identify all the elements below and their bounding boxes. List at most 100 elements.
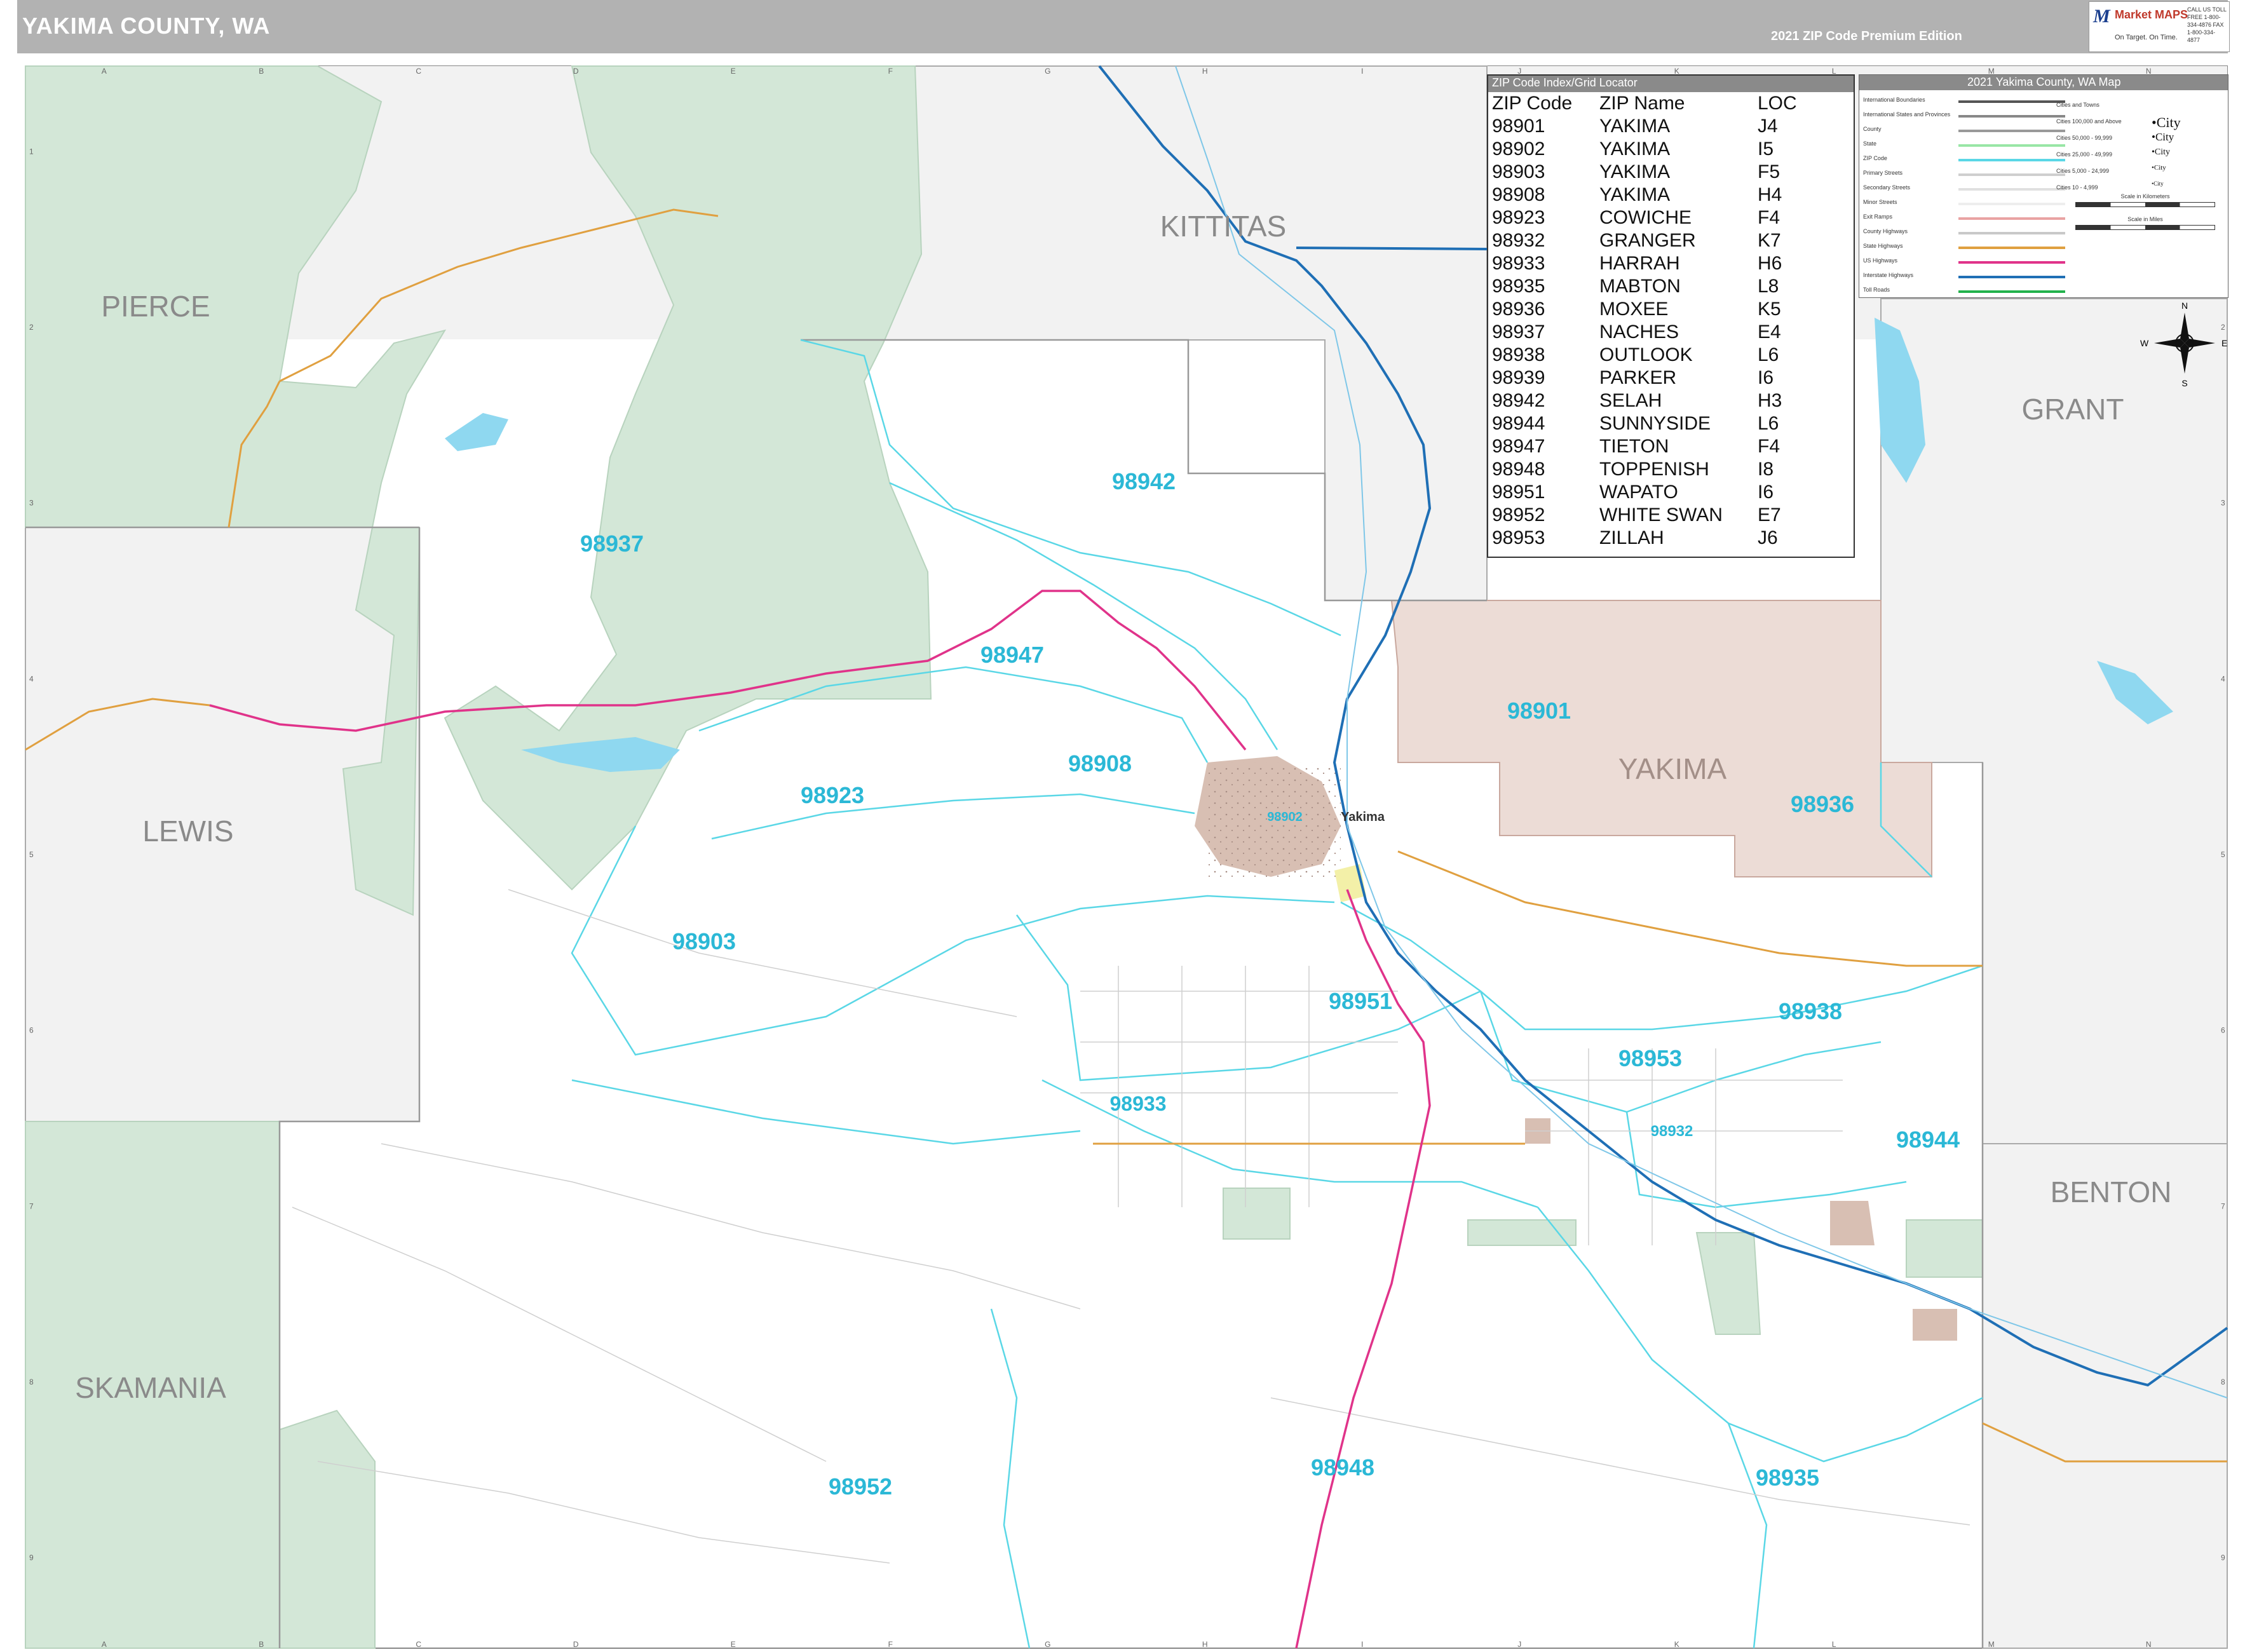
- zip-index-row: 98937 NACHES E4: [1491, 321, 1848, 344]
- legend-item-swatch: [1958, 261, 2065, 264]
- zip-index-cell-zip: 98937: [1492, 322, 1545, 342]
- zip-index-cell-loc: I5: [1758, 139, 1774, 159]
- zip-label: 98951: [1329, 988, 1392, 1014]
- legend-item-label: International States and Provinces: [1863, 111, 1951, 118]
- legend-line-items: International Boundaries International St…: [1863, 94, 2079, 299]
- zip-label: 98932: [1651, 1123, 1693, 1140]
- legend-city-sample: •City: [2152, 131, 2174, 143]
- zip-index-cell-loc: H4: [1758, 184, 1782, 205]
- legend-item-label: State Highways: [1863, 243, 1903, 249]
- zip-label: 98902: [1267, 810, 1303, 824]
- grid-column-label: G: [1045, 1640, 1050, 1649]
- zip-index-cell-loc: H6: [1758, 253, 1782, 274]
- zip-index-title: ZIP Code Index/Grid Locator: [1488, 76, 1854, 92]
- zip-label: 98938: [1779, 998, 1842, 1024]
- legend-item-label: Exit Ramps: [1863, 213, 1893, 220]
- legend-item-swatch: [1958, 144, 2065, 147]
- zip-index-cell-loc: J6: [1758, 527, 1778, 548]
- legend-item: Secondary Streets: [1863, 182, 2079, 196]
- zip-index-header-row: ZIP Code ZIP Name LOC: [1491, 92, 1848, 115]
- legend-item-label: Primary Streets: [1863, 170, 1903, 176]
- zip-index-row: 98901 YAKIMA J4: [1491, 115, 1848, 138]
- grid-column-label: H: [1202, 67, 1208, 76]
- legend-title: 2021 Yakima County, WA Map: [1859, 75, 2228, 90]
- zip-label: 98937: [580, 531, 644, 557]
- zip-index-cell-loc: E4: [1758, 322, 1781, 342]
- legend-city-row: Cities 50,000 - 99,999 •City: [2056, 131, 2221, 147]
- legend-item: Minor Streets: [1863, 196, 2079, 211]
- zip-index-cell-loc: L6: [1758, 344, 1779, 365]
- legend-item: Primary Streets: [1863, 167, 2079, 182]
- grid-column-label: F: [888, 67, 893, 76]
- grid-column-label: D: [573, 67, 579, 76]
- grid-column-label: M: [1988, 1640, 1995, 1649]
- zip-index-cell-loc: F4: [1758, 207, 1780, 228]
- zip-index-cell-zip: 98942: [1492, 390, 1545, 411]
- zip-index-row: 98936 MOXEE K5: [1491, 298, 1848, 321]
- zip-index-row: 98903 YAKIMA F5: [1491, 161, 1848, 184]
- legend-item-label: US Highways: [1863, 257, 1898, 264]
- legend-city-sample: •City: [2152, 147, 2171, 157]
- zip-index-cell-name: TOPPENISH: [1599, 459, 1709, 480]
- city-label-yakima: Yakima: [1341, 810, 1385, 824]
- legend-item-label: Interstate Highways: [1863, 272, 1914, 278]
- zip-index-cell-name: MOXEE: [1599, 299, 1669, 320]
- svg-text:S: S: [2181, 378, 2187, 388]
- grid-row-label: 3: [2221, 499, 2225, 508]
- zip-index-cell-name: SELAH: [1599, 390, 1662, 411]
- zip-index-cell-zip: 98923: [1492, 207, 1545, 228]
- zip-index-cell-loc: H3: [1758, 390, 1782, 411]
- grid-row-label: 1: [29, 147, 34, 156]
- grid-column-label: G: [1045, 67, 1050, 76]
- legend-item: State: [1863, 138, 2079, 152]
- zip-index-row: 98932 GRANGER K7: [1491, 229, 1848, 252]
- zip-index-row: 98951 WAPATO I6: [1491, 481, 1848, 504]
- grid-row-label: 2: [29, 323, 34, 332]
- zip-index-cell-name: WAPATO: [1599, 482, 1678, 503]
- legend-item: County: [1863, 123, 2079, 138]
- grid-row-label: 7: [29, 1202, 34, 1210]
- zip-index-cell-name: COWICHE: [1599, 207, 1692, 228]
- grid-column-label: E: [731, 1640, 736, 1649]
- legend-item-swatch: [1958, 217, 2065, 220]
- legend-city-row: Cities 100,000 and Above •City: [2056, 114, 2221, 131]
- zip-label: 98933: [1110, 1092, 1167, 1115]
- zip-index-row: 98948 TOPPENISH I8: [1491, 458, 1848, 481]
- zip-index-row: 98938 OUTLOOK L6: [1491, 344, 1848, 367]
- zip-index-cell-loc: L6: [1758, 413, 1779, 434]
- zip-label: 98936: [1791, 791, 1854, 817]
- legend-city-sample: •City: [2152, 180, 2164, 187]
- grid-column-label: J: [1517, 1640, 1521, 1649]
- zip-index-cell-zip: 98944: [1492, 413, 1545, 434]
- svg-text:W: W: [2140, 338, 2149, 348]
- zip-index-cell-zip: 98908: [1492, 184, 1545, 205]
- zip-index-cell-zip: 98948: [1492, 459, 1545, 480]
- legend-item-label: Secondary Streets: [1863, 184, 1911, 191]
- svg-text:E: E: [2221, 338, 2227, 348]
- county-label-pierce: PIERCE: [101, 290, 210, 323]
- grid-column-label: K: [1674, 1640, 1679, 1649]
- grid-column-label: A: [102, 67, 107, 76]
- grid-column-label: F: [888, 1640, 893, 1649]
- grid-row-label: 9: [29, 1554, 34, 1562]
- zip-index-cell-zip: 98935: [1492, 276, 1545, 297]
- legend-item-label: ZIP Code: [1863, 155, 1887, 161]
- zip-index-cell-name: ZILLAH: [1599, 527, 1664, 548]
- zip-index-row: 98947 TIETON F4: [1491, 435, 1848, 458]
- zip-index-row: 98923 COWICHE F4: [1491, 207, 1848, 229]
- zip-index-cell-name: OUTLOOK: [1599, 344, 1693, 365]
- legend-city-label: Cities 50,000 - 99,999: [2056, 135, 2113, 141]
- zip-index-row: 98944 SUNNYSIDE L6: [1491, 412, 1848, 435]
- zip-index-cell-name: PARKER: [1599, 367, 1677, 388]
- zip-index-cell-loc: J4: [1758, 116, 1778, 137]
- zip-index-cell-zip: 98951: [1492, 482, 1545, 503]
- county-label-skamania: SKAMANIA: [75, 1371, 226, 1404]
- zip-index-cell-loc: I8: [1758, 459, 1774, 480]
- zip-index-table: ZIP Code ZIP Name LOC 98901 YAKIMA J4 98902…: [1491, 92, 1848, 550]
- grid-row-label: 8: [29, 1378, 34, 1386]
- grid-column-label: H: [1202, 1640, 1208, 1649]
- zip-index-cell-zip: 98933: [1492, 253, 1545, 274]
- zip-index-cell-loc: F4: [1758, 436, 1780, 457]
- grid-column-label: E: [731, 67, 736, 76]
- legend-item-swatch: [1958, 203, 2065, 205]
